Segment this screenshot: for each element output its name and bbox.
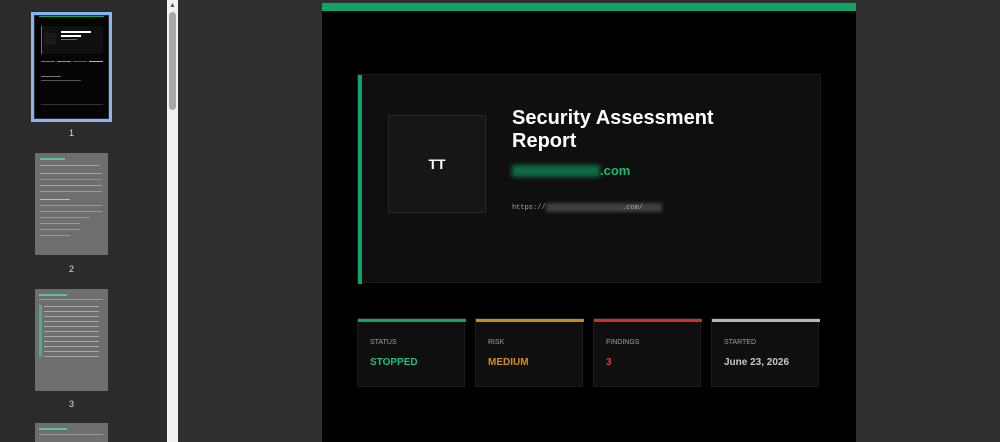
card-value: 3	[606, 357, 612, 368]
thumbnail-card-bar	[89, 61, 103, 62]
thumbnail-text-line	[40, 229, 80, 230]
thumbnail-text-line	[44, 316, 99, 317]
thumbnail-text-line	[40, 211, 102, 212]
thumbnail-text-line	[44, 351, 99, 352]
thumbnail-heading-line	[39, 294, 67, 296]
thumbnail-avatar	[44, 33, 56, 45]
thumbnail-text-line	[44, 321, 99, 322]
page-thumbnail-3[interactable]	[35, 289, 108, 391]
card-label: FINDINGS	[606, 339, 640, 346]
thumbnail-text-line	[40, 205, 102, 206]
pdf-page-1: TT Security Assessment Report .com https…	[322, 3, 856, 442]
thumbnail-title-line	[61, 35, 81, 37]
thumbnail-card-bar	[57, 61, 71, 62]
thumbnail-card-bar	[41, 61, 55, 62]
target-url-prefix: https://	[512, 204, 546, 212]
sidebar-scrollbar[interactable]: ▲	[167, 0, 178, 442]
thumbnail-text-line	[44, 331, 99, 332]
thumbnail-text-line	[40, 165, 100, 166]
page-number-label: 2	[68, 264, 74, 274]
thumbnail-text-line	[41, 76, 61, 77]
card-label: RISK	[488, 339, 505, 346]
thumbnail-text-line	[44, 306, 99, 307]
redacted-url	[546, 203, 662, 212]
thumbnail-text-line	[40, 173, 102, 174]
thumbnail-text-line	[44, 356, 99, 357]
redacted-domain	[512, 165, 600, 177]
page-thumbnail-2[interactable]	[35, 153, 108, 255]
card-value: STOPPED	[370, 357, 418, 368]
card-value: June 23, 2026	[724, 357, 790, 368]
thumbnail-text-line	[40, 223, 80, 224]
card-value: MEDIUM	[488, 357, 529, 368]
thumbnail-text-line	[39, 434, 103, 435]
thumbnail-card-bar	[73, 61, 87, 62]
company-avatar: TT	[388, 115, 486, 213]
thumbnail-text-line	[40, 185, 102, 186]
thumbnail-list-markers	[39, 305, 42, 357]
thumbnail-text-line	[44, 336, 99, 337]
thumbnail-heading-line	[40, 158, 65, 160]
page-thumbnail-4[interactable]	[35, 423, 108, 442]
started-card: STARTED June 23, 2026	[711, 318, 820, 387]
pdf-viewer: 1 2 3 ▲ TT Security Assessment Report .c…	[0, 0, 1000, 442]
header-accent-bar	[358, 75, 362, 284]
thumbnail-sidebar: 1 2 3	[0, 0, 167, 442]
thumbnail-list: 1 2 3	[0, 0, 167, 442]
scroll-up-arrow-icon[interactable]: ▲	[167, 0, 178, 11]
thumbnail-text-line	[40, 217, 90, 218]
thumbnail-divider	[41, 104, 103, 105]
summary-cards: STATUS STOPPED RISK MEDIUM FINDINGS 3 ST…	[357, 318, 821, 387]
card-accent-bar	[594, 319, 702, 322]
thumbnail-title-line	[61, 31, 91, 33]
status-card: STATUS STOPPED	[357, 318, 466, 387]
thumbnail-text-line	[40, 191, 102, 192]
page-number-label: 3	[68, 399, 74, 409]
card-label: STARTED	[724, 339, 757, 346]
target-url-mid: .com/	[622, 204, 644, 212]
thumbnail-text-line	[44, 326, 99, 327]
thumbnail-text-line	[40, 199, 70, 200]
page-thumbnail-1[interactable]	[31, 12, 112, 122]
thumbnail-heading-line	[39, 428, 67, 430]
thumbnail-text-line	[40, 235, 70, 236]
findings-card: FINDINGS 3	[593, 318, 702, 387]
report-header-card: TT Security Assessment Report .com https…	[357, 74, 821, 284]
thumbnail-domain-line	[61, 39, 77, 40]
card-accent-bar	[358, 319, 466, 322]
thumbnail-text-line	[39, 299, 103, 300]
card-label: STATUS	[370, 339, 397, 346]
report-title: Security Assessment Report	[512, 107, 714, 152]
page-top-accent-bar	[322, 3, 856, 11]
thumbnail-text-line	[41, 80, 81, 81]
thumbnail-text-line	[40, 179, 102, 180]
thumbnail-accent-bar	[39, 16, 104, 17]
card-accent-bar	[712, 319, 820, 322]
thumbnail-text-line	[44, 311, 99, 312]
card-accent-bar	[476, 319, 584, 322]
scrollbar-thumb[interactable]	[169, 12, 176, 110]
target-domain: .com	[600, 163, 631, 178]
risk-card: RISK MEDIUM	[475, 318, 584, 387]
thumbnail-text-line	[44, 346, 99, 347]
document-view[interactable]: TT Security Assessment Report .com https…	[178, 0, 1000, 442]
thumbnail-text-line	[44, 341, 99, 342]
page-number-label: 1	[68, 128, 74, 138]
